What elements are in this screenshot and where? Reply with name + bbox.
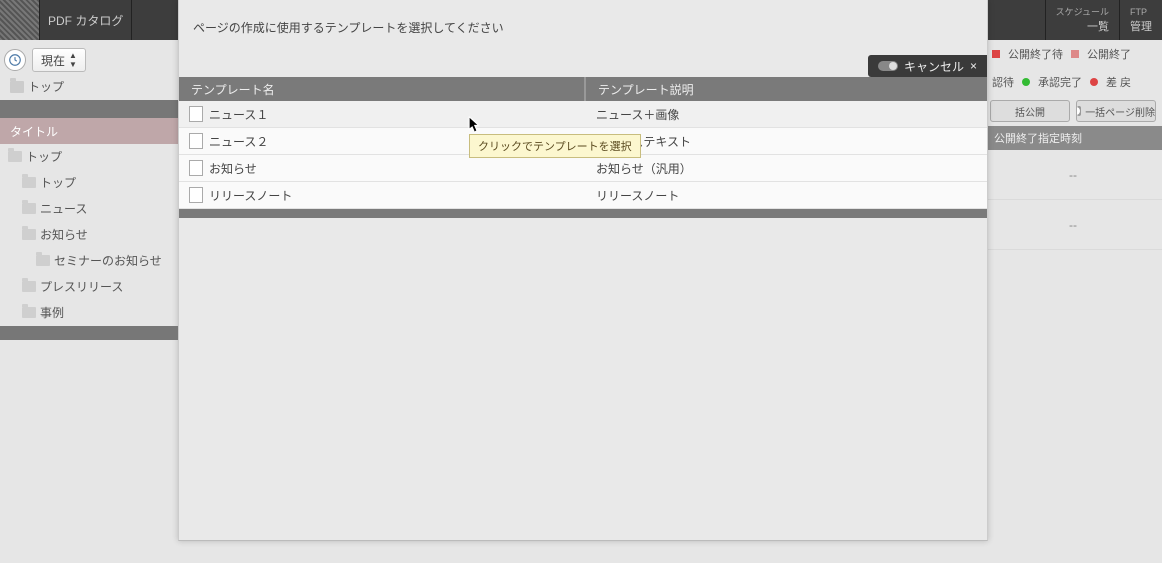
template-desc: ニューステキスト	[584, 133, 987, 150]
sidebar-footer-bar	[0, 326, 178, 340]
template-row[interactable]: お知らせ お知らせ（汎用）	[179, 155, 987, 182]
sidebar-item[interactable]: セミナーのお知らせ	[0, 248, 178, 274]
template-name: ニュース１	[209, 106, 268, 123]
table-footer-bar	[179, 209, 987, 218]
favorite-label: トップ	[28, 78, 64, 95]
modal-cancel-area: キャンセル ×	[868, 55, 987, 77]
sidebar-item-label: セミナーのお知らせ	[54, 252, 162, 269]
schedule-button[interactable]: 一覧	[1056, 18, 1109, 34]
bulk-delete-button[interactable]: 一括ページ削除	[1076, 100, 1156, 122]
right-column-header-label: 公開終了指定時刻	[994, 130, 1082, 146]
folder-icon	[22, 281, 36, 292]
sidebar-item-label: お知らせ	[40, 226, 88, 243]
chevron-updown-icon: ▲▼	[69, 51, 77, 69]
folder-icon	[8, 151, 22, 162]
ftp-button[interactable]: 管理	[1130, 18, 1152, 34]
app-root: PDF カタログ スケジュール 一覧 FTP 管理 現在 ▲▼ トップ タイトル…	[0, 0, 1162, 563]
page-icon	[189, 133, 203, 149]
modal-title: ページの作成に使用するテンプレートを選択してください	[193, 19, 504, 36]
app-logo	[0, 0, 40, 40]
toggle-mini-icon	[878, 61, 898, 71]
folder-icon	[22, 177, 36, 188]
right-cell-2: --	[984, 200, 1162, 250]
right-cell-1: --	[984, 150, 1162, 200]
sidebar-item[interactable]: お知らせ	[0, 222, 178, 248]
sidebar-item[interactable]: ニュース	[0, 196, 178, 222]
sidebar-item[interactable]: プレスリリース	[0, 274, 178, 300]
sidebar-item-label: ニュース	[40, 200, 87, 217]
folder-icon	[22, 307, 36, 318]
bulk-publish-label: 括公開	[1015, 104, 1045, 119]
sidebar-item-label: 事例	[40, 304, 64, 321]
status-pub-end-wait: 公開終了待	[1008, 46, 1063, 62]
status-approve-done: 承認完了	[1038, 74, 1082, 90]
bulk-publish-button[interactable]: 括公開	[990, 100, 1070, 122]
toggle-icon	[1077, 106, 1081, 116]
cancel-button[interactable]: キャンセル ×	[868, 55, 987, 77]
bulk-delete-label: 一括ページ削除	[1085, 104, 1155, 119]
folder-icon	[10, 81, 24, 93]
close-icon[interactable]: ×	[970, 60, 977, 72]
status-pub-end: 公開終了	[1087, 46, 1131, 62]
template-select-modal: ページの作成に使用するテンプレートを選択してください キャンセル × テンプレー…	[178, 0, 988, 541]
time-combo[interactable]: 現在 ▲▼	[32, 48, 86, 72]
favorite-row[interactable]: トップ	[4, 74, 174, 99]
sidebar-item-label: トップ	[40, 174, 76, 191]
page-icon	[189, 106, 203, 122]
template-desc: リリースノート	[584, 187, 987, 204]
sidebar-item[interactable]: トップ	[0, 170, 178, 196]
status-legend-2: 認待 承認完了 差 戻	[984, 68, 1162, 96]
status-dot-red-icon	[1090, 78, 1098, 86]
template-desc: お知らせ（汎用）	[584, 160, 987, 177]
status-approve-wait: 認待	[992, 74, 1014, 90]
right-panel: 公開終了待 公開終了 認待 承認完了 差 戻 括公開 一括ページ削除 公開終了指…	[984, 40, 1162, 563]
template-name: お知らせ	[209, 160, 257, 177]
sidebar-header-label: タイトル	[10, 123, 58, 140]
template-name: リリースノート	[209, 187, 292, 204]
modal-header: ページの作成に使用するテンプレートを選択してください	[179, 0, 987, 55]
col-desc-header: テンプレート説明	[584, 77, 987, 101]
tooltip: クリックでテンプレートを選択	[469, 134, 641, 158]
tooltip-text: クリックでテンプレートを選択	[478, 141, 632, 153]
clock-icon	[4, 49, 26, 71]
schedule-label: スケジュール	[1056, 7, 1109, 18]
folder-icon	[22, 229, 36, 240]
folder-icon	[36, 255, 50, 266]
template-desc: ニュース＋画像	[584, 106, 987, 123]
sidebar-header: タイトル	[0, 118, 178, 144]
template-table-body: ニュース１ ニュース＋画像ニュース２ ニューステキストお知らせ お知らせ（汎用） リリー…	[179, 101, 987, 218]
bulk-button-row: 括公開 一括ページ削除	[984, 96, 1162, 126]
sidebar-item[interactable]: 事例	[0, 300, 178, 326]
ftp-label: FTP	[1130, 7, 1152, 18]
page-icon	[189, 187, 203, 203]
sidebar-item-label: トップ	[26, 148, 62, 165]
time-combo-label: 現在	[41, 52, 65, 69]
app-title: PDF カタログ	[48, 12, 123, 29]
template-row[interactable]: リリースノート リリースノート	[179, 182, 987, 209]
status-square-red-icon	[992, 50, 1000, 58]
ftp-section[interactable]: FTP 管理	[1119, 0, 1162, 40]
status-returned: 差 戻	[1106, 74, 1131, 90]
folder-icon	[22, 203, 36, 214]
template-table-header: テンプレート名 テンプレート説明	[179, 77, 987, 101]
schedule-section[interactable]: スケジュール 一覧	[1045, 0, 1119, 40]
status-legend: 公開終了待 公開終了	[984, 40, 1162, 68]
sidebar-item-label: プレスリリース	[40, 278, 123, 295]
template-row[interactable]: ニュース１ ニュース＋画像	[179, 101, 987, 128]
sidebar-tree: トップトップニュースお知らせセミナーのお知らせプレスリリース事例	[0, 144, 178, 326]
cancel-label: キャンセル	[904, 58, 964, 75]
status-square-pink-icon	[1071, 50, 1079, 58]
sidebar-item[interactable]: トップ	[0, 144, 178, 170]
status-dot-green-icon	[1022, 78, 1030, 86]
right-column-header: 公開終了指定時刻	[984, 126, 1162, 150]
app-title-chunk: PDF カタログ	[40, 0, 132, 40]
page-icon	[189, 160, 203, 176]
time-toolbar: 現在 ▲▼	[4, 44, 174, 76]
col-name-header: テンプレート名	[179, 77, 584, 101]
template-name: ニュース２	[209, 133, 268, 150]
